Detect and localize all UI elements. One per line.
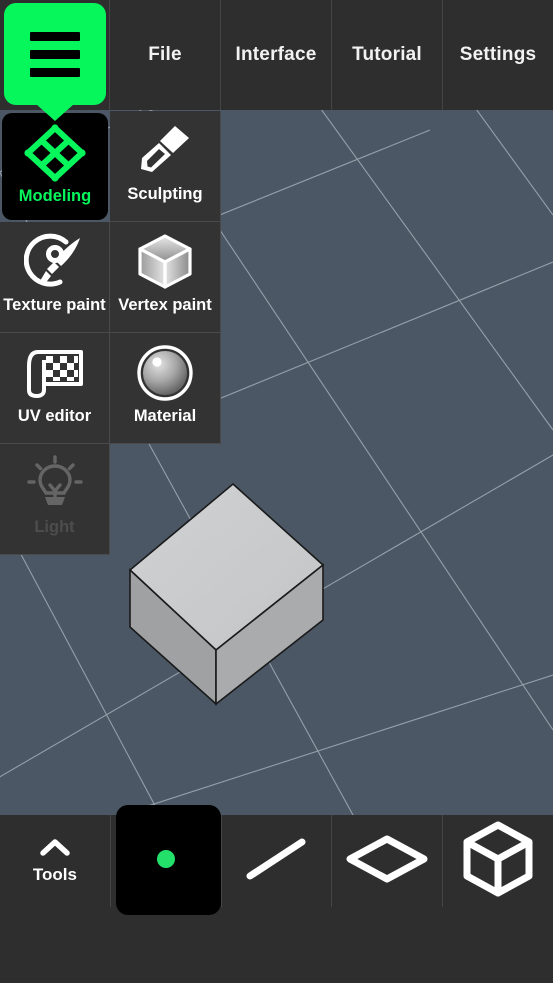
bottom-toolbar: Tools	[0, 805, 553, 915]
chisel-icon	[135, 120, 195, 182]
mode-item-material[interactable]: Material	[110, 333, 221, 444]
top-menu-item-tutorial[interactable]: Tutorial	[332, 0, 443, 110]
select-mode-edge[interactable]	[222, 815, 333, 907]
top-menu-label: Tutorial	[352, 44, 422, 65]
mode-item-label: Vertex paint	[118, 296, 212, 314]
select-mode-face[interactable]	[332, 815, 444, 907]
lightbulb-icon	[26, 453, 84, 515]
tools-button[interactable]: Tools	[0, 815, 111, 907]
bottom-safe-area	[0, 907, 553, 983]
material-sphere-icon	[135, 342, 195, 404]
hamburger-bar-3	[30, 67, 80, 77]
vertex-dot-icon	[153, 846, 179, 877]
top-menu-label: Interface	[235, 44, 317, 65]
mode-item-label: Sculpting	[127, 185, 203, 203]
object-cube-icon	[461, 821, 535, 902]
mode-item-modeling[interactable]: Modeling	[2, 113, 108, 220]
chevron-up-icon	[38, 838, 72, 863]
mode-grid-empty-cell	[110, 444, 221, 555]
mode-dropdown-panel: Modeling Sculpting Texture paint Vertex …	[0, 111, 221, 555]
menu-button-slot	[0, 0, 110, 110]
mode-item-label: Texture paint	[3, 296, 106, 314]
hamburger-bar-2	[30, 49, 80, 59]
mode-item-texture-paint[interactable]: Texture paint	[0, 222, 110, 333]
tools-label: Tools	[32, 864, 77, 884]
app-root: File Interface Tutorial Settings Modelin…	[0, 0, 553, 983]
mode-item-label: UV editor	[17, 407, 92, 425]
hamburger-menu-icon[interactable]	[4, 3, 106, 105]
top-menu-label: Settings	[459, 44, 537, 65]
mode-item-label: Modeling	[18, 187, 92, 205]
top-menu-item-file[interactable]: File	[110, 0, 221, 110]
mode-item-sculpting[interactable]: Sculpting	[110, 111, 221, 222]
select-mode-object[interactable]	[443, 815, 553, 907]
modeling-quad-icon	[23, 122, 87, 184]
mode-item-label: Material	[133, 407, 197, 425]
shaded-cube-icon	[135, 231, 195, 293]
menu-caret-pointer	[36, 104, 74, 121]
top-menu-item-interface[interactable]: Interface	[221, 0, 332, 110]
uv-checker-icon	[24, 342, 86, 404]
select-mode-vertex[interactable]	[111, 805, 222, 915]
face-diamond-icon	[344, 833, 430, 890]
mode-item-label: Light	[34, 518, 75, 536]
top-menu-label: File	[148, 44, 182, 65]
mode-item-vertex-paint[interactable]: Vertex paint	[110, 222, 221, 333]
hamburger-bar-1	[30, 31, 80, 41]
mode-item-light: Light	[0, 444, 110, 555]
top-menu-bar: File Interface Tutorial Settings	[0, 0, 553, 110]
top-menu-item-settings[interactable]: Settings	[443, 0, 553, 110]
edge-line-icon	[241, 833, 311, 890]
palette-brush-icon	[23, 231, 86, 293]
mode-item-uv-editor[interactable]: UV editor	[0, 333, 110, 444]
